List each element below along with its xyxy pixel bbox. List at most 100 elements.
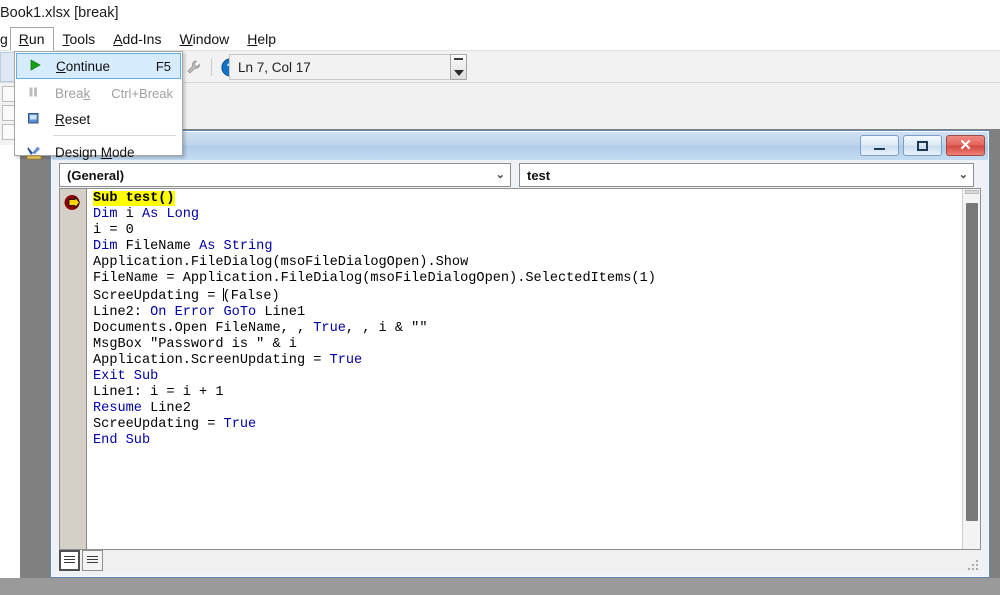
current-statement-arrow-icon xyxy=(64,194,83,211)
minimize-icon xyxy=(874,148,885,150)
code-highlight: Sub test() xyxy=(93,191,175,206)
pause-icon xyxy=(26,85,42,101)
run-menu-item-shortcut: F5 xyxy=(156,59,171,74)
code-margin-gutter[interactable] xyxy=(60,189,87,549)
procedure-view-icon xyxy=(64,556,75,565)
code-line: ScreeUpdating = (False) xyxy=(93,288,961,305)
procedure-combo[interactable]: test ⌄ xyxy=(519,163,974,187)
close-button[interactable]: ✕ xyxy=(946,135,985,156)
code-span: Line2 xyxy=(150,401,191,416)
code-span: , , i & "" xyxy=(346,321,428,336)
code-keyword: True xyxy=(313,321,346,336)
vertical-scrollbar-thumb[interactable] xyxy=(966,203,978,521)
code-line: i = 0 xyxy=(93,223,961,239)
menu-bar: g Run Tools Add-Ins Window Help xyxy=(0,26,1000,51)
code-keyword: Dim xyxy=(93,207,126,222)
object-combo[interactable]: (General) ⌄ xyxy=(59,163,511,187)
procedure-combo-value: test xyxy=(527,168,550,183)
object-combo-value: (General) xyxy=(67,168,124,183)
wrench-button[interactable] xyxy=(180,54,206,80)
menu-item-label: g xyxy=(0,31,8,47)
procedure-view-button[interactable] xyxy=(59,550,80,571)
toolbar-overflow-button[interactable] xyxy=(450,54,467,80)
menu-run[interactable]: Run xyxy=(10,27,54,51)
toolbar-separator xyxy=(211,58,212,76)
position-status-text: Ln 7, Col 17 xyxy=(238,60,311,75)
code-keyword: As Long xyxy=(142,207,199,222)
menu-item-label: Tools xyxy=(63,31,96,47)
run-menu-item-continue[interactable]: Continue F5 xyxy=(16,53,181,79)
position-status-box: Ln 7, Col 17 xyxy=(229,54,461,80)
code-line: Application.ScreenUpdating = True xyxy=(93,353,961,369)
code-span: Line1 xyxy=(264,305,305,320)
code-span: Application.FileDialog(msoFileDialogOpen… xyxy=(93,255,468,270)
code-span: Documents.Open FileName, , xyxy=(93,321,313,336)
code-keyword: Resume xyxy=(93,401,150,416)
run-menu-dropdown: ContinueF5BreakCtrl+BreakResetDesign Mod… xyxy=(14,51,183,156)
code-span: MsgBox "Password is " & i xyxy=(93,337,297,352)
run-menu-item-shortcut: Ctrl+Break xyxy=(111,86,173,101)
menu-debug-clipped[interactable]: g xyxy=(0,27,10,51)
code-keyword: On Error GoTo xyxy=(150,305,264,320)
menu-help[interactable]: Help xyxy=(238,27,285,51)
code-keyword: Dim xyxy=(93,239,126,254)
code-span: ScreeUpdating = xyxy=(93,417,224,432)
code-line: FileName = Application.FileDialog(msoFil… xyxy=(93,271,961,287)
menu-add-ins[interactable]: Add-Ins xyxy=(104,27,170,51)
code-line: Line1: i = i + 1 xyxy=(93,385,961,401)
close-icon: ✕ xyxy=(959,138,972,153)
run-menu-item-label: Break xyxy=(55,86,90,101)
minimize-button[interactable] xyxy=(860,135,899,156)
code-keyword: Exit Sub xyxy=(93,369,158,384)
run-menu-item-label: Design Mode xyxy=(55,145,135,160)
code-keyword: True xyxy=(330,353,363,368)
run-menu-separator xyxy=(53,135,176,136)
run-menu-item-design-mode[interactable]: Design Mode xyxy=(15,139,182,165)
full-module-view-icon xyxy=(87,556,98,565)
overflow-dash-icon xyxy=(454,58,463,60)
run-menu-item-label: Continue xyxy=(56,59,110,74)
code-line: Application.FileDialog(msoFileDialogOpen… xyxy=(93,255,961,271)
code-span: i = 0 xyxy=(93,223,134,238)
stop-icon xyxy=(26,111,42,127)
code-vertical-scrollbar[interactable] xyxy=(962,189,980,549)
code-span: i xyxy=(126,207,142,222)
full-module-view-button[interactable] xyxy=(82,550,103,571)
code-window-title: ule1 (Code) xyxy=(52,132,988,160)
code-line: Exit Sub xyxy=(93,369,961,385)
code-span: FileName xyxy=(126,239,199,254)
run-menu-item-label: Reset xyxy=(55,112,90,127)
play-icon xyxy=(28,58,44,74)
menu-tools[interactable]: Tools xyxy=(54,27,105,51)
menu-item-label: Add-Ins xyxy=(113,31,161,47)
host-window-title: Book1.xlsx [break] xyxy=(0,0,1000,26)
code-line: Resume Line2 xyxy=(93,401,961,417)
vba-editor-screen: Book1.xlsx [break] ule1 (Code) ✕ (Genera… xyxy=(0,0,1000,595)
menu-item-label: Run xyxy=(19,31,45,47)
code-span: ScreeUpdating = xyxy=(93,289,224,304)
code-line: Dim i As Long xyxy=(93,207,961,223)
code-text[interactable]: Sub test()Dim i As Longi = 0Dim FileName… xyxy=(88,191,961,549)
code-line: Sub test() xyxy=(93,191,961,207)
maximize-button[interactable] xyxy=(903,135,942,156)
code-span: (False) xyxy=(223,289,280,304)
code-line: MsgBox "Password is " & i xyxy=(93,337,961,353)
code-window-combo-row: (General) ⌄ test ⌄ xyxy=(59,163,981,187)
scrollbar-up-button[interactable] xyxy=(965,190,979,194)
code-span: FileName = Application.FileDialog(msoFil… xyxy=(93,271,656,286)
resize-grip[interactable] xyxy=(966,558,978,570)
code-span: Line1: i = i + 1 xyxy=(93,385,224,400)
code-keyword: As String xyxy=(199,239,272,254)
code-line: End Sub xyxy=(93,433,961,449)
run-menu-item-break: Break Ctrl+Break xyxy=(15,80,182,106)
code-line: Documents.Open FileName, , True, , i & "… xyxy=(93,321,961,337)
run-menu-item-reset[interactable]: Reset xyxy=(15,106,182,132)
code-span: Application.ScreenUpdating = xyxy=(93,353,330,368)
bottom-status-strip xyxy=(0,578,1000,595)
menu-window[interactable]: Window xyxy=(170,27,238,51)
chevron-down-icon: ⌄ xyxy=(959,170,968,181)
chevron-down-icon xyxy=(454,70,464,76)
wrench-icon xyxy=(185,59,202,76)
menu-item-label: Window xyxy=(179,31,229,47)
code-editor-pane[interactable]: Sub test()Dim i As Longi = 0Dim FileName… xyxy=(59,188,981,550)
